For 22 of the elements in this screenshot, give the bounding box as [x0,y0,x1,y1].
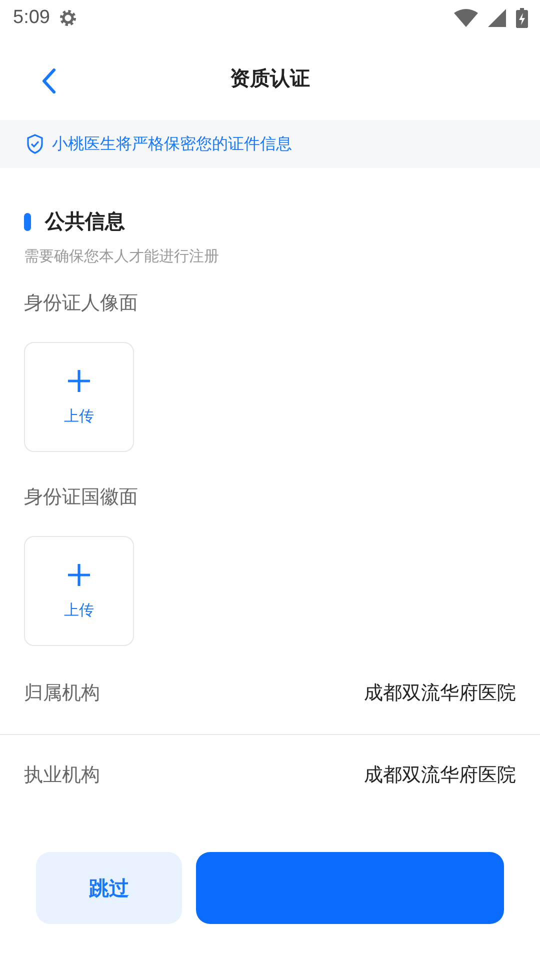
section-title: 公共信息 [45,208,125,235]
shield-icon [26,134,44,154]
plus-icon [67,368,91,392]
field-label: 归属机构 [24,680,100,706]
notice-text: 小桃医生将严格保密您的证件信息 [52,134,292,154]
section-marker [24,212,31,230]
field-value: 成都双流华府医院 [364,680,516,706]
plus-icon [67,562,91,586]
settings-icon [58,8,78,28]
page-title: 资质认证 [230,64,310,92]
status-time: 5:09 [13,7,50,29]
upload-button[interactable]: 上传 [24,536,134,646]
signal-icon [488,9,506,27]
upload-button[interactable]: 上传 [24,342,134,452]
upload-label: 身份证人像面 [24,291,139,316]
section-subtitle: 需要确保您本人才能进行注册 [24,247,220,266]
wifi-icon [454,9,478,27]
skip-button[interactable]: 跳过 [36,852,182,924]
field-value: 成都双流华府医院 [364,763,516,788]
field-label: 执业机构 [24,763,100,788]
battery-icon [516,8,528,28]
upload-label: 身份证国徽面 [24,485,139,510]
